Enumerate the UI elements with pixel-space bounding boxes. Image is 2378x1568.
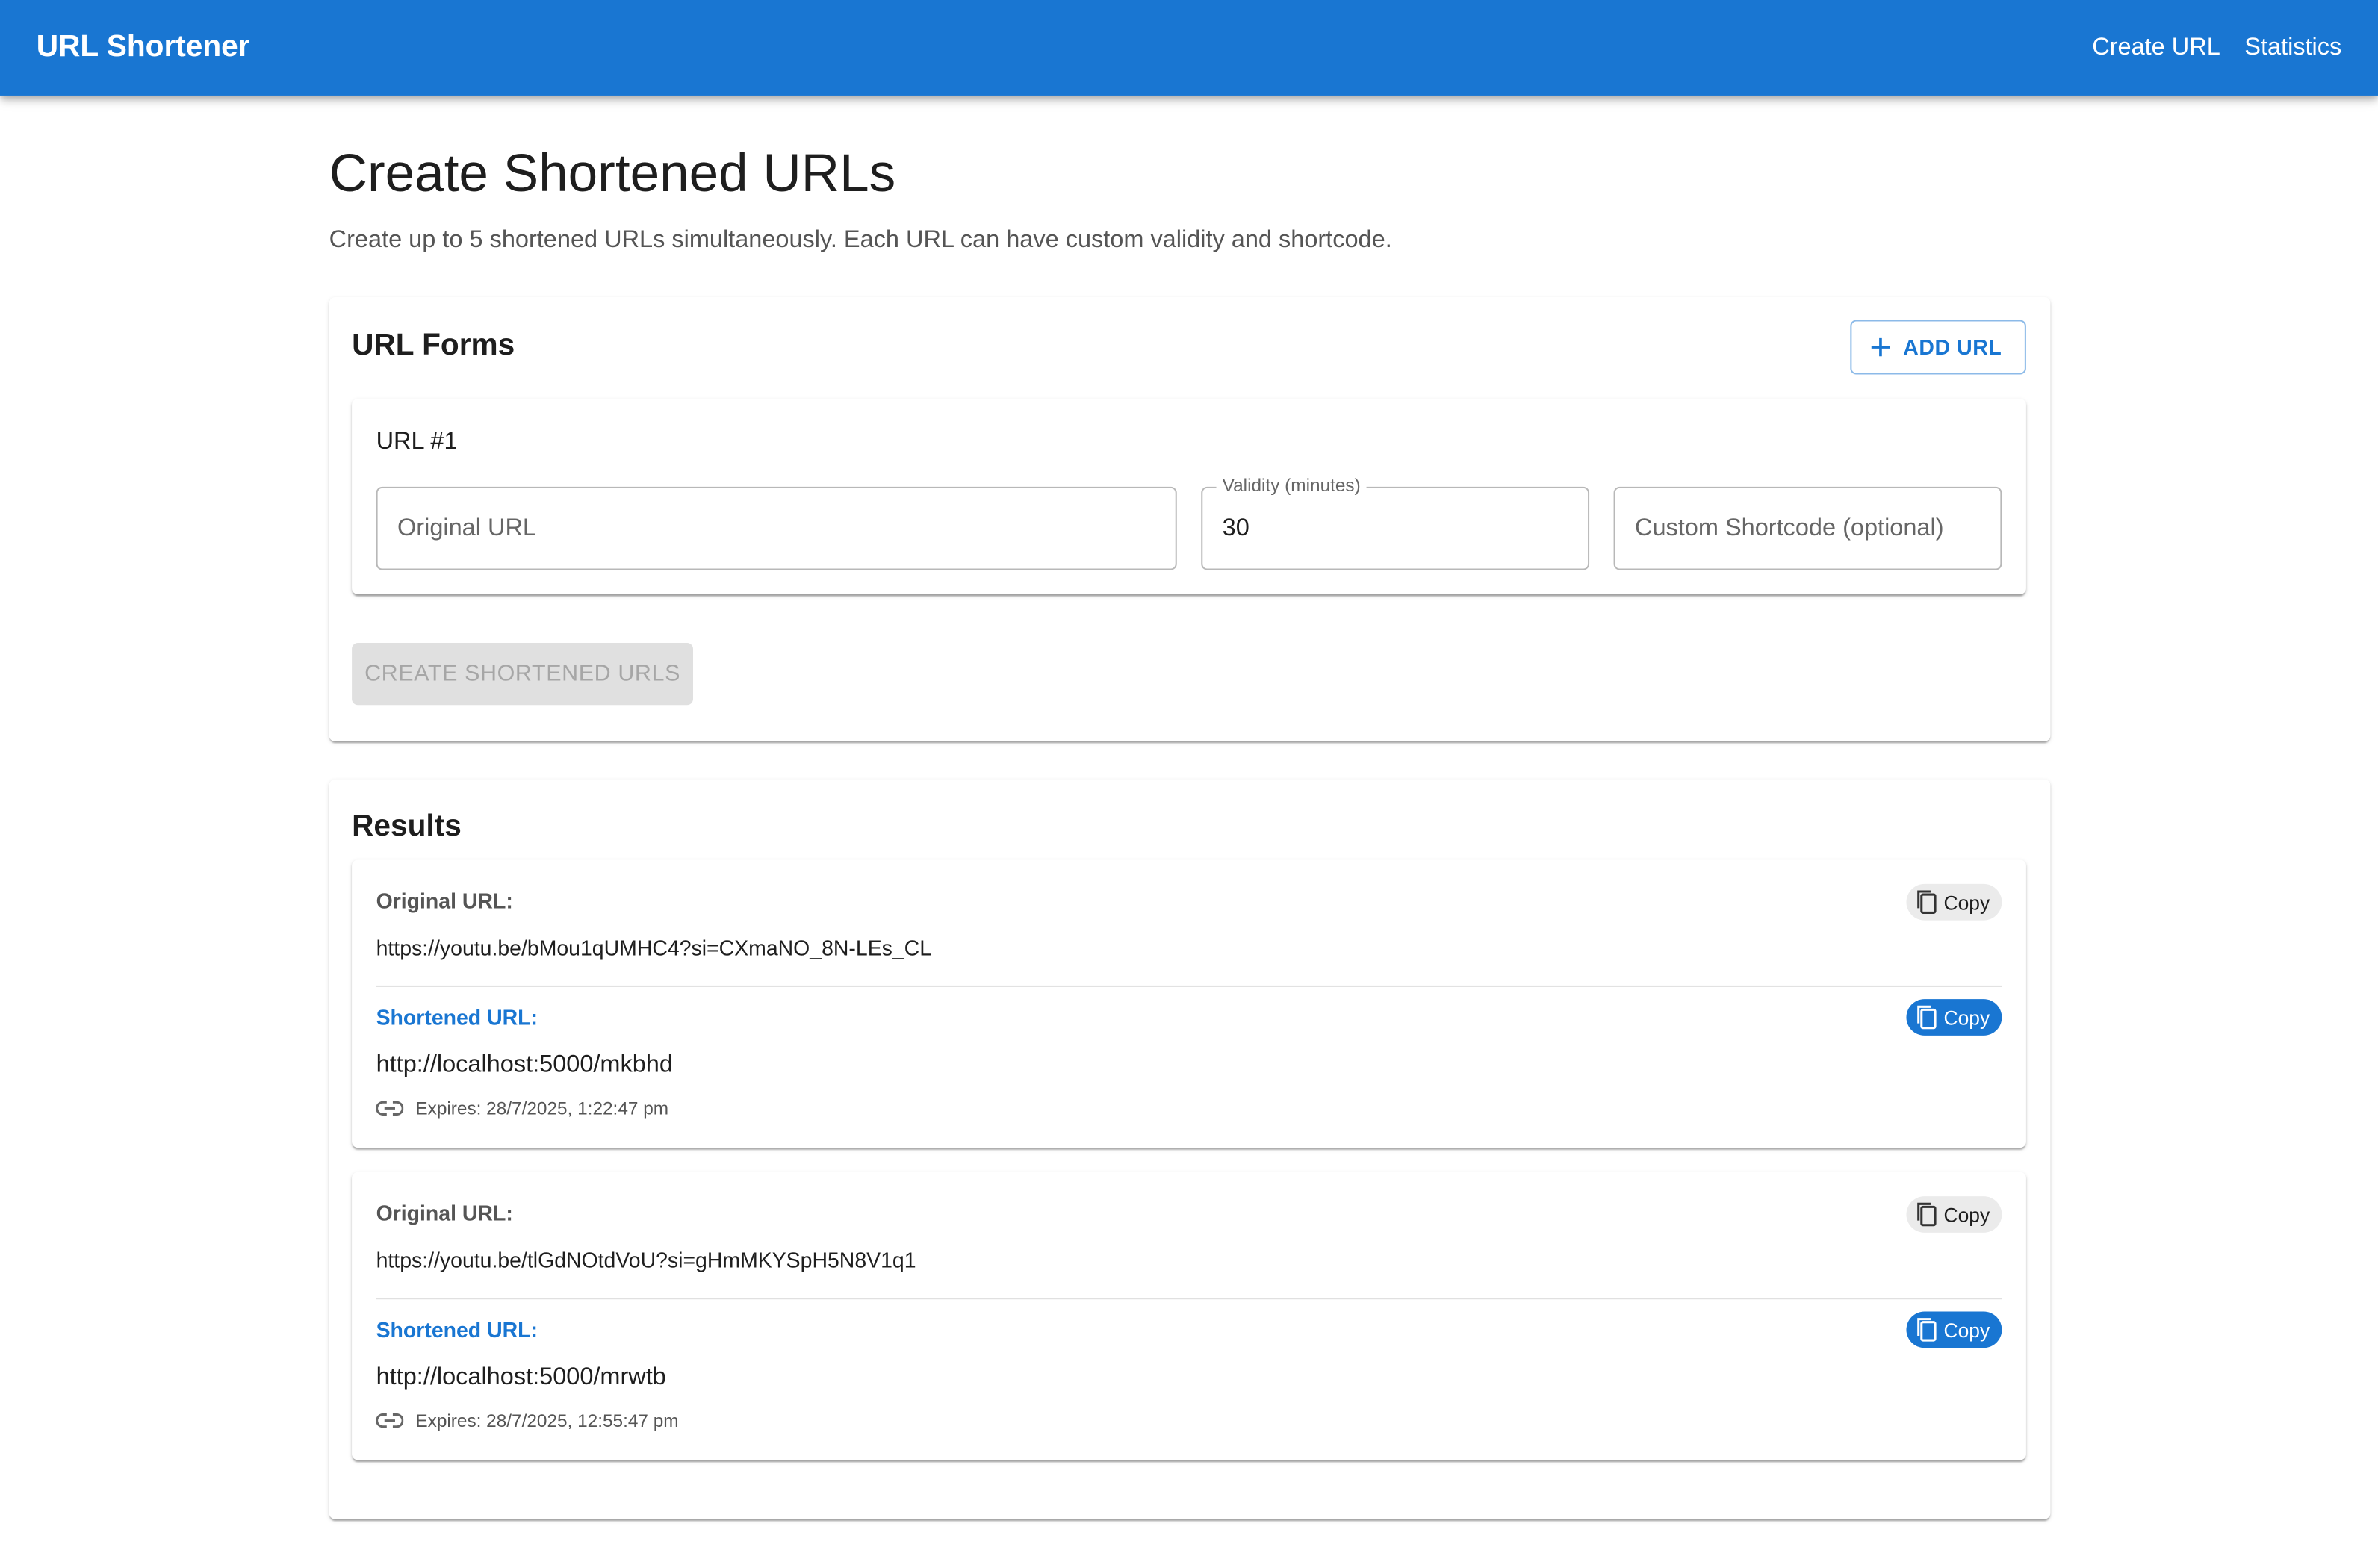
plus-icon	[1871, 337, 1890, 357]
copy-original-button[interactable]: Copy	[1905, 883, 2002, 921]
original-url-input[interactable]: Original URL	[376, 486, 1177, 570]
copy-label: Copy	[1943, 890, 1990, 914]
validity-input[interactable]: Validity (minutes) 30	[1201, 474, 1590, 570]
shortened-url-value: http://localhost:5000/mrwtb	[376, 1364, 666, 1391]
app-title: URL Shortener	[36, 30, 250, 64]
shortened-url-label: Shortened URL:	[376, 1005, 538, 1030]
result-card: Original URL: Copy https://youtu.be/bMou…	[352, 859, 2026, 1148]
page-title: Create Shortened URLs	[329, 143, 896, 204]
page-subtitle: Create up to 5 shortened URLs simultaneo…	[329, 227, 1392, 254]
result-card: Original URL: Copy https://youtu.be/tlGd…	[352, 1172, 2026, 1460]
nav-create-url[interactable]: Create URL	[2092, 34, 2220, 62]
add-url-label: ADD URL	[1903, 335, 2002, 360]
page-root: URL Shortener Create URL Statistics Crea…	[0, 0, 2378, 1568]
copy-shortened-button[interactable]: Copy	[1905, 1311, 2002, 1348]
copy-icon	[1916, 1005, 1936, 1030]
original-url-value: https://youtu.be/bMou1qUMHC4?si=CXmaNO_8…	[376, 935, 932, 960]
expiry-text: Expires: 28/7/2025, 12:55:47 pm	[415, 1410, 679, 1431]
add-url-button[interactable]: ADD URL	[1850, 320, 2026, 375]
create-shortened-urls-button[interactable]: CREATE SHORTENED URLS	[352, 642, 693, 706]
nav-statistics[interactable]: Statistics	[2244, 34, 2341, 62]
app-bar: URL Shortener Create URL Statistics	[0, 0, 2378, 96]
copy-icon	[1916, 890, 1936, 914]
original-url-label: Original URL:	[376, 888, 513, 913]
url-forms-panel: URL Forms ADD URL URL #1 Original URL Va…	[329, 296, 2051, 741]
custom-shortcode-placeholder: Custom Shortcode (optional)	[1634, 514, 1944, 541]
expiry-info: Expires: 28/7/2025, 12:55:47 pm	[376, 1410, 679, 1431]
original-url-label: Original URL:	[376, 1201, 513, 1225]
shortened-url-value: http://localhost:5000/mkbhd	[376, 1052, 673, 1078]
divider	[376, 985, 2002, 987]
divider	[376, 1298, 2002, 1300]
url-form-card: URL #1 Original URL Validity (minutes) 3…	[352, 399, 2026, 594]
original-url-placeholder: Original URL	[397, 514, 537, 541]
results-panel: Results Original URL: Copy https://youtu…	[329, 779, 2051, 1519]
custom-shortcode-input[interactable]: Custom Shortcode (optional)	[1613, 486, 2002, 570]
link-icon	[376, 1413, 404, 1428]
results-title: Results	[352, 809, 462, 844]
copy-label: Copy	[1943, 1006, 1990, 1029]
validity-label: Validity (minutes)	[1216, 474, 1367, 497]
copy-shortened-button[interactable]: Copy	[1905, 999, 2002, 1036]
validity-value: 30	[1222, 514, 1249, 541]
url-forms-title: URL Forms	[352, 329, 515, 363]
link-icon	[376, 1101, 404, 1116]
copy-label: Copy	[1943, 1318, 1990, 1342]
copy-icon	[1916, 1202, 1936, 1227]
original-url-value: https://youtu.be/tlGdNOtdVoU?si=gHmMKYSp…	[376, 1248, 916, 1272]
shortened-url-label: Shortened URL:	[376, 1317, 538, 1343]
expiry-info: Expires: 28/7/2025, 1:22:47 pm	[376, 1098, 668, 1119]
copy-label: Copy	[1943, 1203, 1990, 1226]
copy-original-button[interactable]: Copy	[1905, 1196, 2002, 1233]
top-nav: Create URL Statistics	[2092, 34, 2341, 62]
copy-icon	[1916, 1318, 1936, 1342]
url-form-label: URL #1	[376, 429, 458, 455]
expiry-text: Expires: 28/7/2025, 1:22:47 pm	[415, 1098, 669, 1119]
